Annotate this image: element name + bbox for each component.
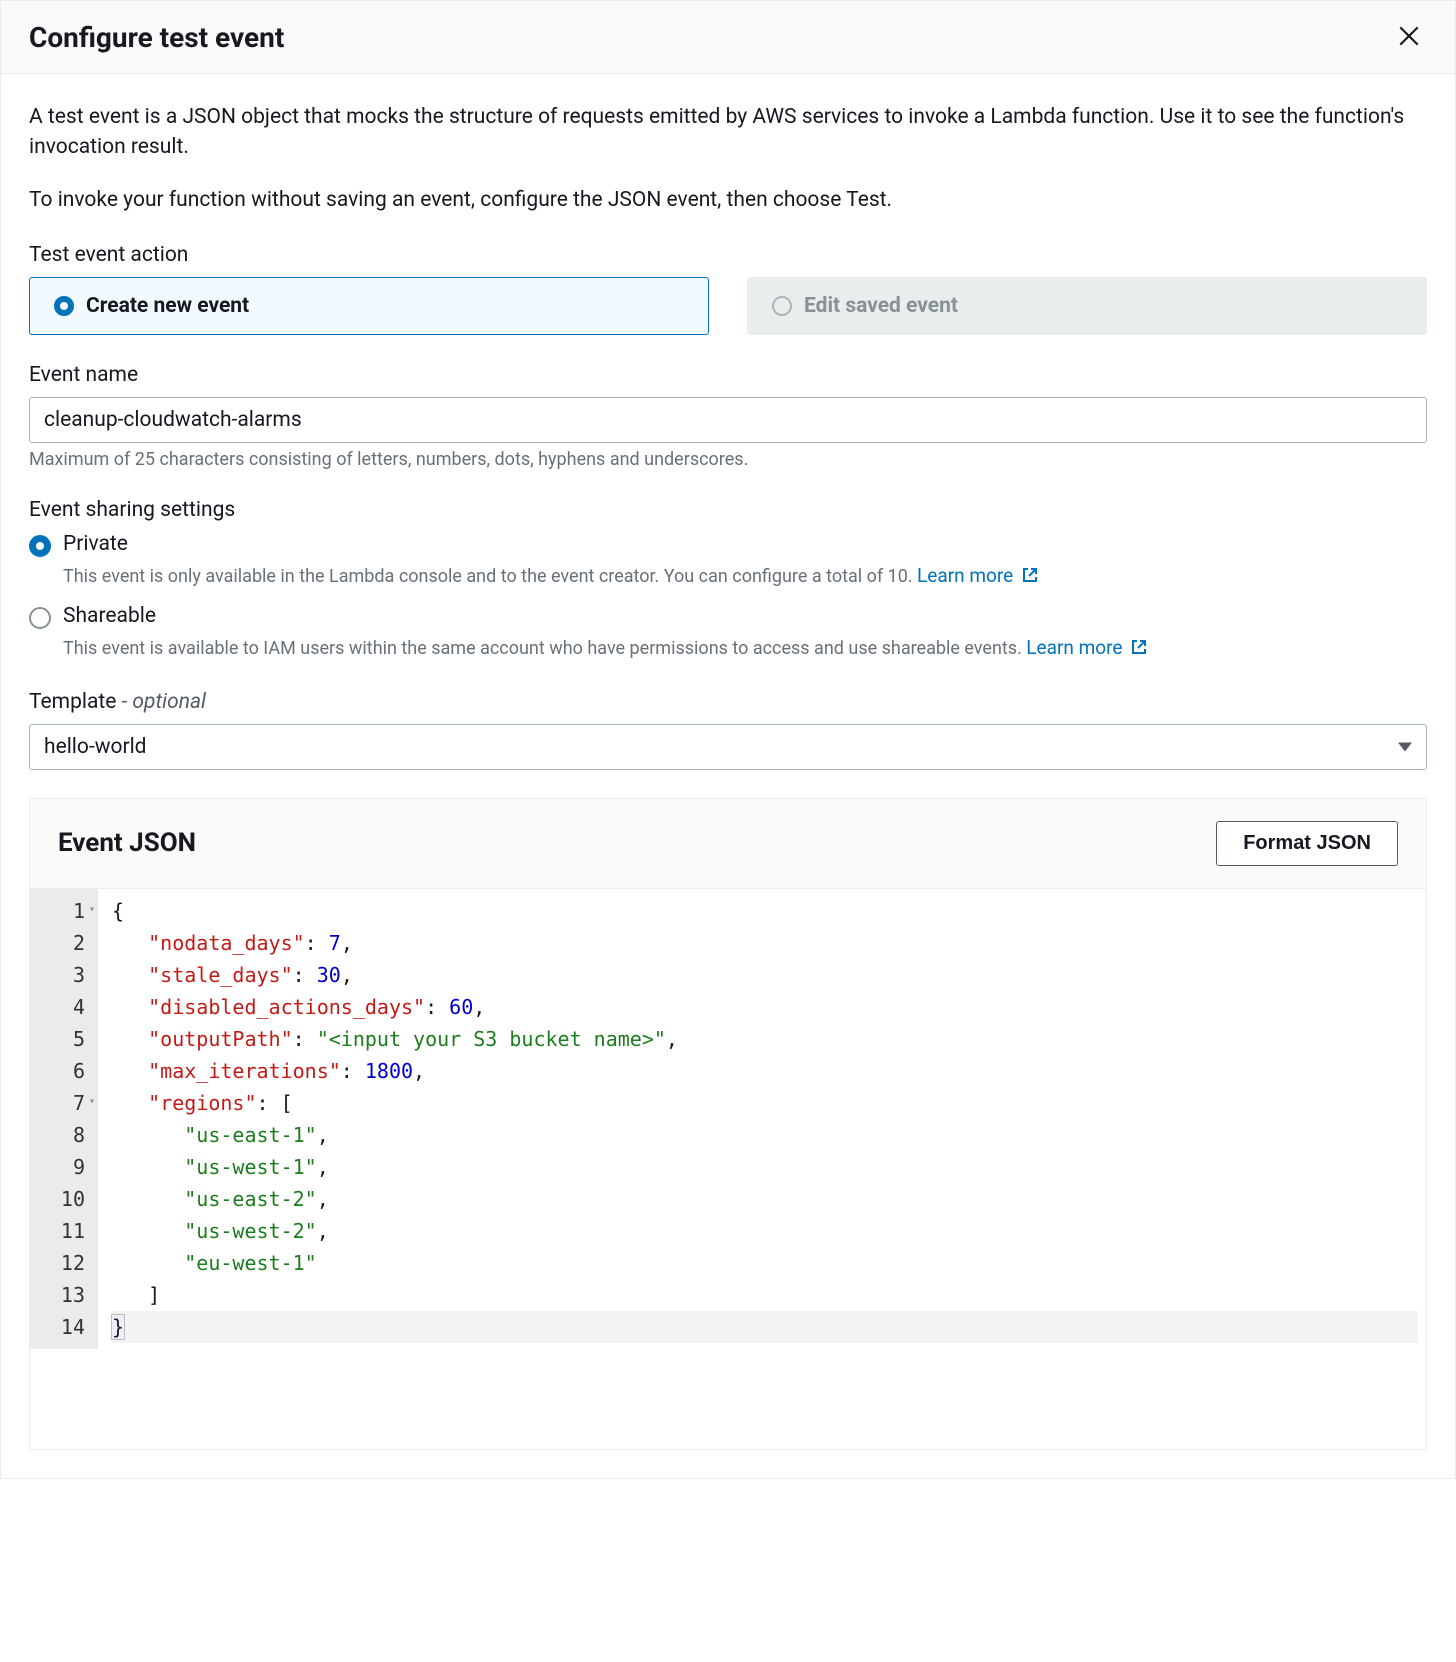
create-new-event-option[interactable]: Create new event [29,277,709,335]
sharing-private-desc: This event is only available in the Lamb… [29,563,1427,590]
external-link-icon [1022,564,1038,580]
modal-header: Configure test event [1,1,1455,74]
event-name-helper: Maximum of 25 characters consisting of l… [29,449,1427,470]
template-optional-tag: - optional [122,690,206,714]
test-event-action-group: Create new event Edit saved event [29,277,1427,335]
chevron-down-icon [1398,742,1412,751]
event-json-editor[interactable]: 1▾234567▾891011121314 { "nodata_days": 7… [30,888,1426,1449]
format-json-button[interactable]: Format JSON [1216,821,1398,866]
edit-saved-event-option: Edit saved event [747,277,1427,335]
sharing-shareable-desc: This event is available to IAM users wit… [29,635,1427,662]
intro-paragraph-2: To invoke your function without saving a… [29,185,1427,215]
edit-saved-event-label: Edit saved event [804,294,958,318]
create-new-event-label: Create new event [86,294,249,318]
event-sharing-options: Private This event is only available in … [29,532,1427,661]
learn-more-text: Learn more [917,564,1013,587]
test-event-action-label: Test event action [29,243,1427,267]
event-name-label: Event name [29,363,1427,387]
event-sharing-label: Event sharing settings [29,498,1427,522]
code-body[interactable]: { "nodata_days": 7, "stale_days": 30, "d… [98,889,1426,1349]
code-gutter: 1▾234567▾891011121314 [30,889,98,1349]
event-name-input[interactable] [29,397,1427,443]
external-link-icon [1131,636,1147,652]
learn-more-text: Learn more [1026,636,1122,659]
radio-selected-icon [54,296,74,316]
event-json-header: Event JSON Format JSON [30,799,1426,888]
sharing-shareable-option[interactable]: Shareable [29,604,1427,629]
template-label: Template - optional [29,690,1427,714]
sharing-shareable-desc-text: This event is available to IAM users wit… [63,638,1022,659]
modal-title: Configure test event [29,21,284,54]
sharing-shareable-label: Shareable [63,604,1427,628]
modal-body: A test event is a JSON object that mocks… [1,74,1455,1478]
template-label-text: Template [29,690,116,714]
sharing-private-label: Private [63,532,1427,556]
intro-text: A test event is a JSON object that mocks… [29,102,1427,215]
sharing-shareable-learn-more-link[interactable]: Learn more [1026,636,1147,659]
sharing-private-option[interactable]: Private [29,532,1427,557]
radio-checked-icon [29,535,51,557]
event-json-title: Event JSON [58,828,196,858]
radio-unchecked-icon [29,607,51,629]
event-json-panel: Event JSON Format JSON 1▾234567▾89101112… [29,798,1427,1450]
sharing-private-desc-text: This event is only available in the Lamb… [63,566,913,587]
radio-disabled-icon [772,296,792,316]
template-select[interactable]: hello-world [29,724,1427,770]
configure-test-event-modal: Configure test event A test event is a J… [0,0,1456,1479]
template-selected-value: hello-world [44,735,147,759]
close-button[interactable] [1391,19,1427,55]
intro-paragraph-1: A test event is a JSON object that mocks… [29,102,1427,163]
close-icon [1396,23,1422,52]
sharing-private-learn-more-link[interactable]: Learn more [917,564,1038,587]
